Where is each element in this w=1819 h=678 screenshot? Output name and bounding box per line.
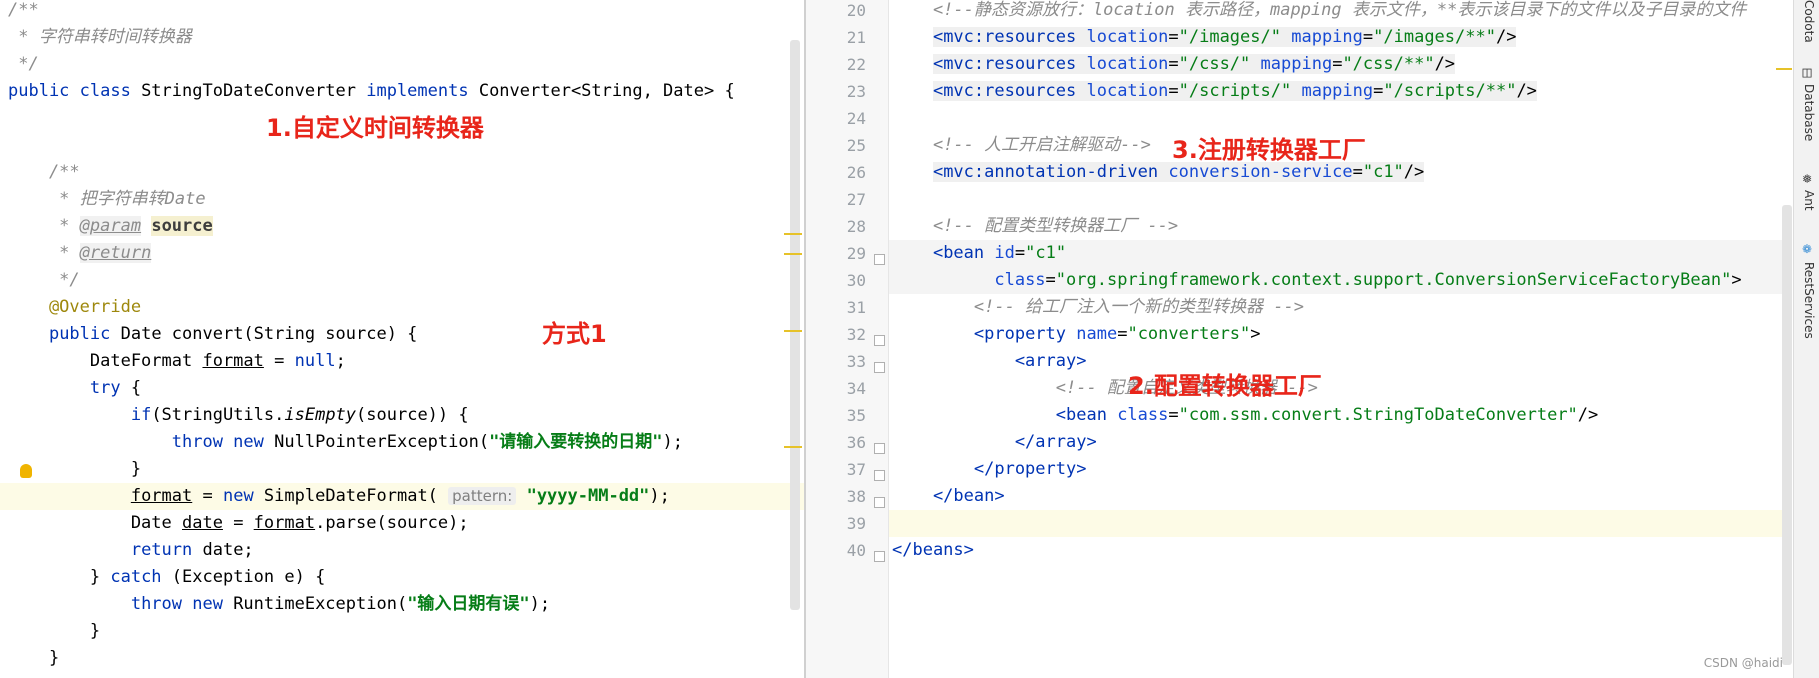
fold-icon[interactable] [874,335,885,346]
code-line: <property name="converters"> [973,324,1261,344]
code-line: <mvc:resources location="/images/" mappi… [932,27,1517,47]
code-line: try { [89,378,142,398]
right-scrollbar[interactable] [1782,205,1792,665]
line-number: 22 [846,55,866,74]
ant-tab[interactable]: Ant [1798,190,1816,211]
annotation-configure-factory: 2.配置转换器工厂 [1128,372,1322,400]
code-line: /** [8,0,39,20]
fold-icon[interactable] [874,470,885,481]
line-number: 20 [846,1,866,20]
class-declaration: public class StringToDateConverter imple… [8,81,735,101]
line-number: 39 [846,514,866,533]
line-number: 23 [846,82,866,101]
line-number: 29 [846,244,866,263]
line-number: 36 [846,433,866,452]
code-line: } [8,648,60,668]
parameter-hint: pattern: [448,487,517,505]
code-line: throw new NullPointerException("请输入要转换的日… [171,432,684,452]
line-number: 27 [846,190,866,209]
warning-marker[interactable] [1776,68,1792,70]
left-code-editor[interactable]: /** * 字符串转时间转换器 */ public class StringTo… [0,0,804,678]
code-line: throw new RuntimeException("输入日期有误"); [130,594,551,614]
code-line: } [8,459,142,479]
code-line: </beans> [892,540,974,560]
code-line: <!-- 人工开启注解驱动--> [892,135,1151,155]
code-line: */ [8,54,39,74]
codota-tab[interactable]: Codota [1798,0,1816,43]
code-line: public Date convert(String source) { [48,324,418,344]
rest-services-icon: ❁ [1802,239,1812,257]
line-number: 35 [846,406,866,425]
code-line: <mvc:resources location="/scripts/" mapp… [932,81,1537,101]
code-line: </property> [892,459,1087,479]
fold-icon[interactable] [874,497,885,508]
line-number: 33 [846,352,866,371]
code-line: <!--静态资源放行：location 表示路径，mapping 表示文件，**… [892,0,1747,20]
warning-marker[interactable] [784,330,802,332]
line-number: 24 [846,109,866,128]
code-line: return date; [130,540,254,560]
code-line: <array> [892,351,1087,371]
fold-icon[interactable] [874,551,885,562]
line-number: 25 [846,136,866,155]
code-line: */ [8,270,80,290]
line-number: 40 [846,541,866,560]
line-number: 37 [846,460,866,479]
fold-icon[interactable] [874,254,885,265]
line-number: 28 [846,217,866,236]
annotation-custom-converter: 1.自定义时间转换器 [266,114,484,142]
code-line: * @param source [8,216,213,236]
fold-icon[interactable] [874,443,885,454]
left-scrollbar[interactable] [790,40,800,610]
code-line-current: format = new SimpleDateFormat( pattern: … [130,486,670,506]
fold-icon[interactable] [874,362,885,373]
code-line: /** [8,162,80,182]
code-line: } [8,621,101,641]
annotation-method-1: 方式1 [542,320,607,348]
code-line: @Override [8,297,142,317]
line-number: 38 [846,487,866,506]
code-line: <!-- 配置类型转换器工厂 --> [892,216,1179,236]
code-line: Date date = format.parse(source); [8,513,469,533]
code-line: <bean id="c1" [932,243,1067,263]
database-tab[interactable]: Database [1798,84,1816,141]
database-icon: ◫ [1802,63,1812,81]
line-number: 31 [846,298,866,317]
code-line: <bean class="com.ssm.convert.StringToDat… [1055,405,1599,425]
warning-marker[interactable] [784,253,802,255]
code-line: DateFormat format = null; [8,351,346,371]
watermark: CSDN @haidi [1703,656,1783,670]
warning-marker[interactable] [784,233,802,235]
code-line: class="org.springframework.context.suppo… [994,270,1742,290]
code-line: </bean> [892,486,1005,506]
tool-window-strip: Codota ◫ Database ❅ Ant ❁ RestServices [1776,0,1819,678]
code-line: * 字符串转时间转换器 [8,27,192,47]
code-line: * 把字符串转Date [8,189,206,209]
line-number: 26 [846,163,866,182]
line-number: 21 [846,28,866,47]
rest-services-tab[interactable]: RestServices [1798,262,1816,339]
line-number: 32 [846,325,866,344]
code-line: * @return [8,243,152,263]
code-line: } catch (Exception e) { [8,567,326,587]
code-line: <mvc:resources location="/css/" mapping=… [932,54,1456,74]
ant-icon: ❅ [1802,169,1812,187]
line-number: 30 [846,271,866,290]
code-line: <!-- 给工厂注入一个新的类型转换器 --> [892,297,1304,317]
current-line-highlight [889,510,1789,537]
annotation-register-factory: 3.注册转换器工厂 [1172,136,1366,164]
code-line: </array> [892,432,1097,452]
line-number: 34 [846,379,866,398]
code-line: if(StringUtils.isEmpty(source)) { [130,405,469,425]
warning-marker[interactable] [784,446,802,448]
right-code-editor[interactable]: 20 21 22 23 24 25 26 27 28 29 30 31 32 3… [806,0,1793,678]
